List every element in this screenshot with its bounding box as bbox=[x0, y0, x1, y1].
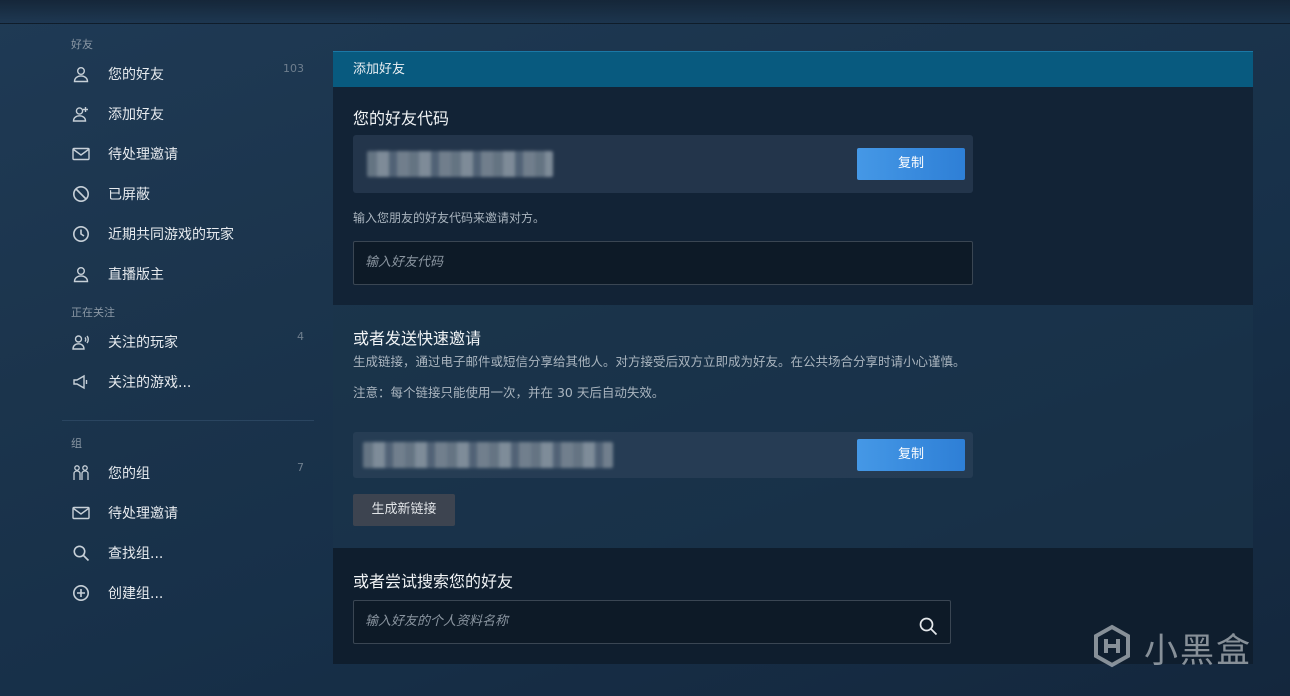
sidebar-item-your-friends[interactable]: 您的好友 103 bbox=[62, 54, 314, 94]
friends-section-label: 好友 bbox=[71, 38, 93, 51]
sidebar-item-label: 您的好友 bbox=[108, 67, 164, 83]
search-friends-title: 或者尝试搜索您的好友 bbox=[353, 572, 514, 591]
sidebar-item-label: 关注的游戏... bbox=[108, 375, 192, 391]
sidebar-item-label: 创建组... bbox=[108, 586, 164, 602]
panel-title: 添加好友 bbox=[333, 51, 1253, 87]
quick-invite-section: 或者发送快速邀请 生成链接，通过电子邮件或短信分享给其他人。对方接受后双方立即成… bbox=[333, 305, 1253, 548]
sidebar-item-label: 近期共同游戏的玩家 bbox=[108, 227, 234, 243]
groups-count: 7 bbox=[297, 461, 304, 474]
plus-circle-icon bbox=[71, 583, 91, 603]
block-icon bbox=[71, 184, 91, 204]
sidebar-item-label: 待处理邀请 bbox=[108, 506, 178, 522]
friend-code-value-redacted bbox=[367, 151, 553, 177]
sidebar-item-blocked[interactable]: 已屏蔽 bbox=[62, 174, 314, 214]
sidebar-item-add-friend[interactable]: 添加好友 bbox=[62, 94, 314, 134]
copy-invite-link-button[interactable]: 复制 bbox=[857, 439, 965, 471]
sidebar-item-label: 已屏蔽 bbox=[108, 187, 150, 203]
groups-section-label: 组 bbox=[71, 437, 82, 450]
sidebar: 好友 您的好友 103 添加好友 待处理邀请 已屏蔽 近期共同游戏的玩家 直播版… bbox=[62, 36, 314, 613]
user-broadcast-icon bbox=[71, 332, 91, 352]
friend-code-title: 您的好友代码 bbox=[353, 109, 450, 128]
group-icon bbox=[71, 463, 91, 483]
sidebar-item-label: 查找组... bbox=[108, 546, 164, 562]
followed-players-count: 4 bbox=[297, 330, 304, 343]
sidebar-item-label: 待处理邀请 bbox=[108, 147, 178, 163]
sidebar-item-find-groups[interactable]: 查找组... bbox=[62, 533, 314, 573]
user-add-icon bbox=[71, 104, 91, 124]
sidebar-item-followed-players[interactable]: 关注的玩家 4 bbox=[62, 322, 314, 362]
copy-friend-code-button[interactable]: 复制 bbox=[857, 148, 965, 180]
friend-code-box: 复制 bbox=[353, 135, 973, 193]
sidebar-item-followed-games[interactable]: 关注的游戏... bbox=[62, 362, 314, 402]
friend-code-input[interactable]: 输入好友代码 bbox=[353, 241, 973, 285]
quick-invite-description: 生成链接，通过电子邮件或短信分享给其他人。对方接受后双方立即成为好友。在公共场合… bbox=[353, 354, 966, 369]
mail-icon bbox=[71, 503, 91, 523]
user-icon bbox=[71, 64, 91, 84]
sidebar-item-label: 关注的玩家 bbox=[108, 335, 178, 351]
sidebar-item-stream-moderators[interactable]: 直播版主 bbox=[62, 254, 314, 294]
sidebar-item-create-group[interactable]: 创建组... bbox=[62, 573, 314, 613]
sidebar-item-pending-invites[interactable]: 待处理邀请 bbox=[62, 134, 314, 174]
sidebar-item-label: 添加好友 bbox=[108, 107, 164, 123]
sidebar-item-your-groups[interactable]: 您的组 7 bbox=[62, 453, 314, 493]
search-icon[interactable] bbox=[918, 612, 938, 654]
sidebar-item-label: 直播版主 bbox=[108, 267, 164, 283]
search-friends-input[interactable]: 输入好友的个人资料名称 bbox=[353, 600, 951, 644]
friend-code-hint: 输入您朋友的好友代码来邀请对方。 bbox=[353, 211, 546, 225]
quick-invite-title: 或者发送快速邀请 bbox=[353, 329, 482, 348]
sidebar-item-label: 您的组 bbox=[108, 466, 150, 482]
sidebar-divider bbox=[62, 420, 314, 421]
top-bar bbox=[0, 0, 1290, 24]
user-icon bbox=[71, 264, 91, 284]
add-friend-panel: 添加好友 您的好友代码 复制 输入您朋友的好友代码来邀请对方。 输入好友代码 或… bbox=[333, 51, 1253, 664]
megaphone-icon bbox=[71, 372, 91, 392]
generate-new-link-button[interactable]: 生成新链接 bbox=[353, 494, 455, 526]
watermark-logo-icon bbox=[1090, 624, 1134, 672]
following-section-label: 正在关注 bbox=[71, 306, 115, 319]
search-input-placeholder: 输入好友的个人资料名称 bbox=[365, 614, 509, 629]
sidebar-item-recent-players[interactable]: 近期共同游戏的玩家 bbox=[62, 214, 314, 254]
invite-link-value-redacted bbox=[363, 442, 613, 468]
mail-icon bbox=[71, 144, 91, 164]
search-icon bbox=[71, 543, 91, 563]
watermark: 小黑盒 bbox=[1090, 623, 1252, 672]
friends-count: 103 bbox=[283, 62, 304, 75]
watermark-text: 小黑盒 bbox=[1144, 631, 1252, 671]
quick-invite-note: 注意：每个链接只能使用一次，并在 30 天后自动失效。 bbox=[353, 385, 665, 400]
sidebar-item-group-invites[interactable]: 待处理邀请 bbox=[62, 493, 314, 533]
clock-icon bbox=[71, 224, 91, 244]
invite-link-box: 复制 bbox=[353, 432, 973, 478]
friend-code-section: 您的好友代码 复制 输入您朋友的好友代码来邀请对方。 输入好友代码 bbox=[333, 87, 1253, 305]
